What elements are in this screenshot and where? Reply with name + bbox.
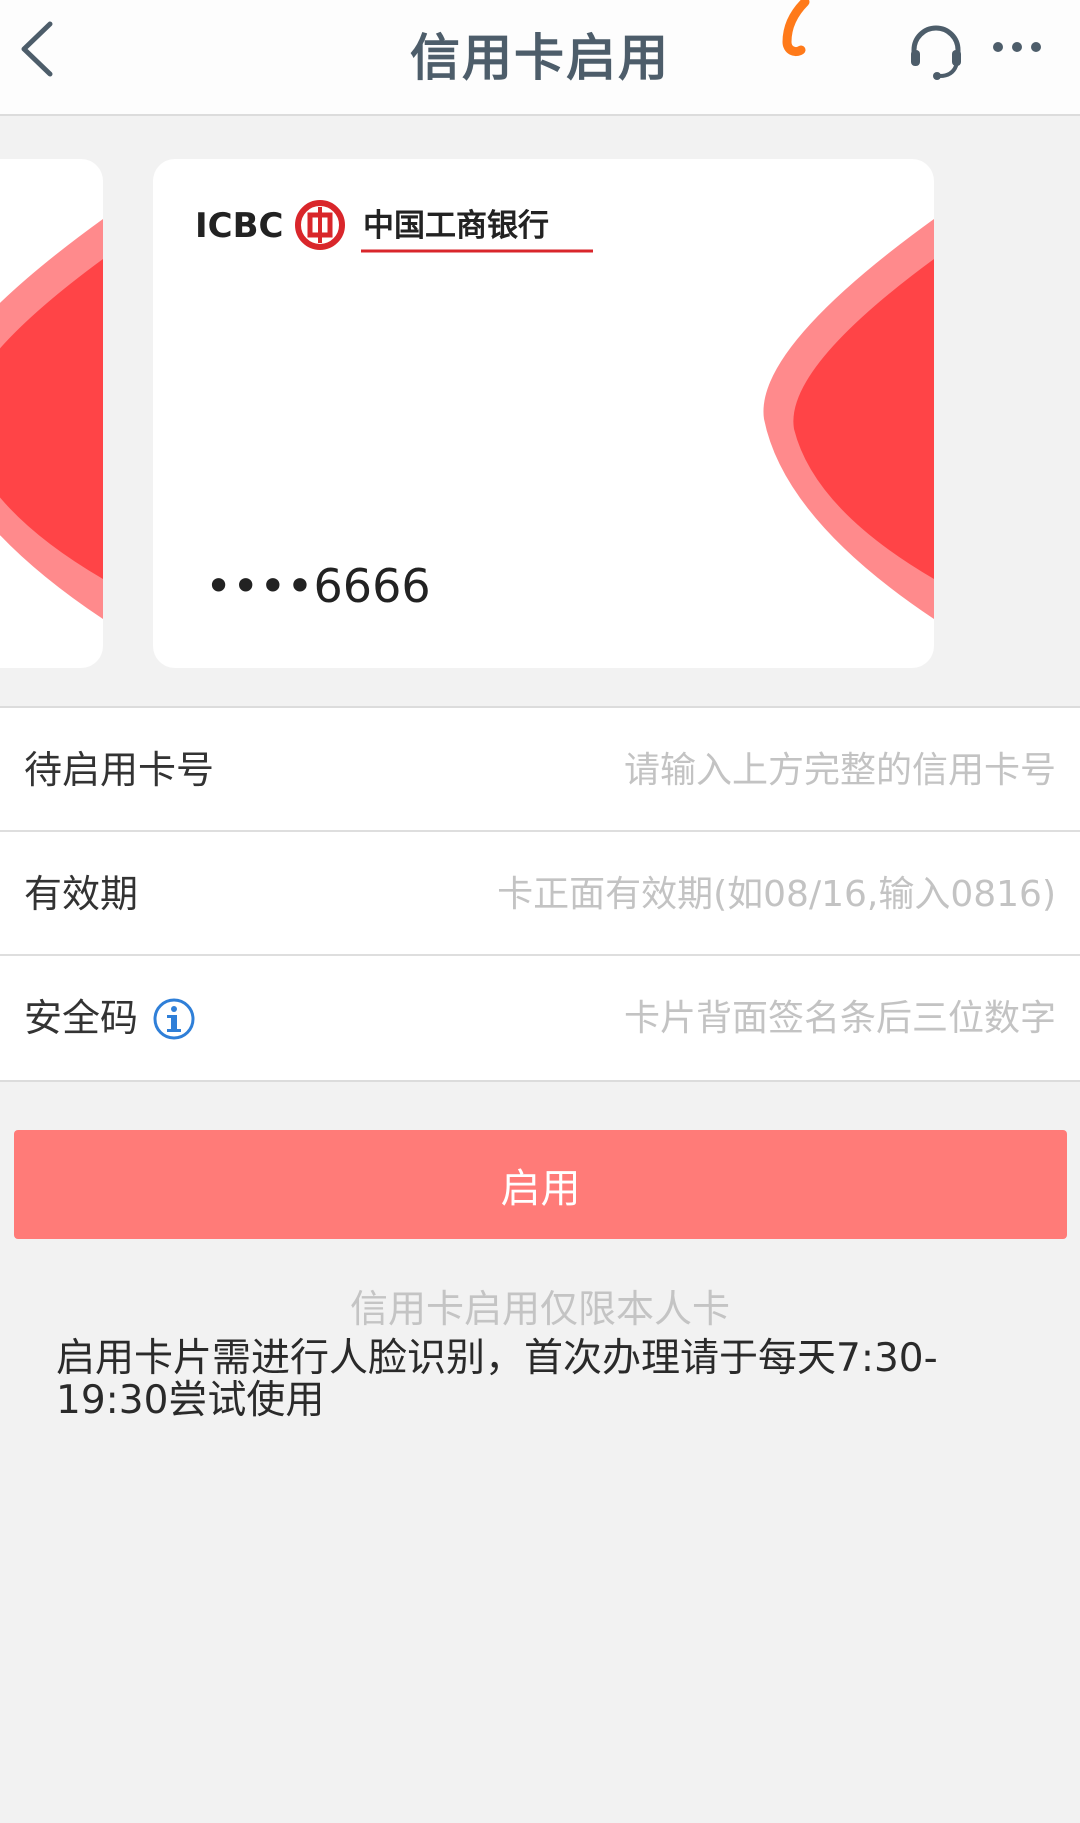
card-number-label: 待启用卡号 <box>24 748 215 792</box>
cvv-label: 安全码 <box>24 996 139 1040</box>
card-previous[interactable] <box>0 159 103 668</box>
customer-service-button[interactable] <box>906 20 966 80</box>
nav-bar: 信用卡启用 <box>0 0 1080 116</box>
own-card-note: 信用卡启用仅限本人卡 <box>349 1287 730 1331</box>
card-carousel[interactable]: ICBC 中国工商银行 ••••6666 <box>0 116 1080 706</box>
expiry-label: 有效期 <box>24 872 139 916</box>
cvv-input[interactable] <box>358 978 1058 1058</box>
more-button[interactable] <box>990 22 1050 72</box>
cvv-info-button[interactable] <box>152 997 196 1041</box>
activation-form: 待启用卡号 有效期 安全码 <box>0 706 1080 1082</box>
face-recognition-note: 启用卡片需进行人脸识别，首次办理请于每天7:30-19:30尝试使用 <box>56 1336 938 1423</box>
cvv-row: 安全码 <box>0 956 1080 1080</box>
card-number-row: 待启用卡号 <box>0 708 1080 832</box>
bank-name-text: 中国工商银行 <box>363 208 549 244</box>
headset-icon <box>911 25 961 80</box>
icbc-logo: ICBC 中国工商银行 <box>195 200 593 253</box>
card-current[interactable]: ICBC 中国工商银行 ••••6666 <box>153 159 934 668</box>
card-swoosh-graphic <box>0 219 103 619</box>
expiry-row: 有效期 <box>0 832 1080 956</box>
masked-card-number: ••••6666 <box>205 559 431 613</box>
bank-logo-text: ICBC <box>195 206 283 246</box>
info-icon <box>153 998 195 1040</box>
expiry-input[interactable] <box>358 854 1058 934</box>
more-dots-icon <box>993 42 1041 52</box>
orange-stroke-mark <box>782 0 810 57</box>
card-number-input[interactable] <box>358 730 1058 810</box>
enable-button[interactable]: 启用 <box>14 1130 1067 1239</box>
card-swoosh-graphic <box>763 219 934 619</box>
